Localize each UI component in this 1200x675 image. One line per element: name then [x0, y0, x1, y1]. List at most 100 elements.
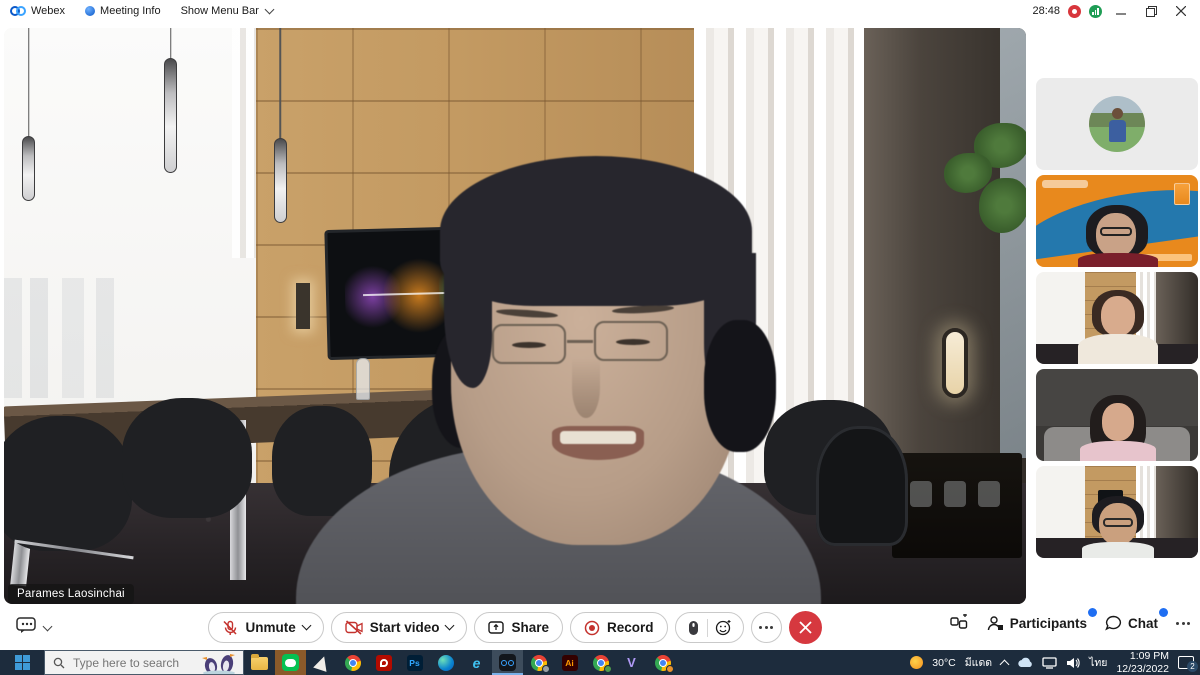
tray-time: 1:09 PM: [1116, 650, 1169, 662]
acrobat-icon: [376, 655, 392, 671]
meeting-info-button[interactable]: Meeting Info: [75, 0, 171, 22]
chat-button[interactable]: Chat: [1105, 615, 1158, 631]
leave-meeting-button[interactable]: [789, 611, 822, 644]
close-button[interactable]: [1170, 2, 1192, 20]
participant-thumbnail-person: [1086, 496, 1150, 558]
notification-count-badge: 2: [1187, 661, 1198, 672]
webex-app-menu[interactable]: Webex: [0, 0, 75, 22]
layout-grid-icon: [950, 614, 969, 632]
chat-bubble-icon: [1105, 615, 1122, 631]
tray-input-language[interactable]: ไทย: [1089, 654, 1107, 671]
minimize-button[interactable]: [1110, 2, 1132, 20]
window-titlebar: Webex Meeting Info Show Menu Bar 28:48: [0, 0, 1200, 22]
onedrive-cloud-icon[interactable]: [1017, 657, 1033, 668]
main-video-stage[interactable]: Parames Laosinchai: [4, 28, 1026, 604]
taskbar-search-box[interactable]: [44, 650, 244, 675]
more-options-button[interactable]: [751, 612, 782, 643]
participant-thumbnail-person: [1088, 395, 1148, 461]
video-options-chevron-icon[interactable]: [445, 621, 455, 631]
participant-tile-office-1[interactable]: [1036, 272, 1198, 364]
taskbar-app-vivaldi[interactable]: V: [616, 650, 647, 675]
chrome-profile-badge: [604, 665, 612, 673]
taskbar-app-chrome-profile-3[interactable]: [647, 650, 678, 675]
taskbar-app-edge[interactable]: [430, 650, 461, 675]
taskbar-app-file-explorer[interactable]: [244, 650, 275, 675]
search-highlight-penguins-image[interactable]: [197, 650, 241, 674]
tray-overflow-chevron-icon[interactable]: [1000, 659, 1010, 669]
chrome-icon: [345, 655, 361, 671]
taskbar-app-chrome-profile-1[interactable]: [523, 650, 554, 675]
share-screen-icon: [488, 620, 504, 635]
nose: [572, 358, 600, 418]
taskbar-app-internet-explorer[interactable]: e: [461, 650, 492, 675]
ellipsis-icon: [1176, 622, 1190, 625]
tray-weather-condition[interactable]: มีแดด: [965, 654, 992, 671]
participants-button[interactable]: Participants: [987, 615, 1087, 632]
share-label: Share: [511, 620, 549, 635]
tray-temperature[interactable]: 30°C: [932, 657, 955, 669]
chevron-down-icon: [264, 5, 274, 15]
raise-hand-reactions-group[interactable]: [675, 612, 744, 643]
participants-notification-dot: [1088, 608, 1097, 617]
taskbar-app-illustrator[interactable]: Ai: [554, 650, 585, 675]
unmute-label: Unmute: [245, 620, 295, 635]
glasses-bridge: [567, 340, 593, 343]
chrome-profile-badge: [666, 665, 674, 673]
share-button[interactable]: Share: [474, 612, 563, 643]
network-display-icon[interactable]: [1042, 657, 1057, 669]
raise-hand-icon: [687, 620, 700, 636]
participants-filmstrip: [1034, 28, 1200, 604]
taskbar-app-chrome-profile-2[interactable]: [585, 650, 616, 675]
unmute-button[interactable]: Unmute: [208, 612, 323, 643]
meeting-info-icon: [85, 6, 95, 16]
edge-icon: [438, 655, 454, 671]
taskbar-app-acrobat[interactable]: [368, 650, 399, 675]
origami-bird-icon: [313, 654, 331, 672]
participant-tile-audio-only[interactable]: [1036, 78, 1198, 170]
participant-name-label: Parames Laosinchai: [8, 584, 134, 604]
webex-taskbar-icon: [499, 654, 516, 671]
start-button[interactable]: [0, 650, 44, 675]
participant-thumbnail-person: [1084, 205, 1154, 267]
participant-tile-office-2[interactable]: [1036, 466, 1198, 558]
connection-quality-icon[interactable]: [1089, 5, 1102, 18]
org-logo: [1042, 180, 1088, 188]
file-explorer-icon: [251, 657, 268, 670]
show-menu-bar-label: Show Menu Bar: [181, 5, 259, 17]
layout-button[interactable]: [950, 614, 969, 632]
taskbar-app-line[interactable]: [275, 650, 306, 675]
webex-logo-icon: [10, 6, 26, 17]
photoshop-icon: Ps: [407, 655, 423, 671]
search-icon: [53, 657, 65, 669]
taskbar-app-origami-bird[interactable]: [306, 650, 337, 675]
taskbar-app-chrome[interactable]: [337, 650, 368, 675]
start-video-button[interactable]: Start video: [331, 612, 468, 643]
record-button[interactable]: Record: [570, 612, 668, 643]
participants-label: Participants: [1010, 616, 1087, 631]
restore-button[interactable]: [1140, 2, 1162, 20]
illustrator-icon: Ai: [562, 655, 578, 671]
tray-clock[interactable]: 1:09 PM 12/23/2022: [1116, 650, 1169, 674]
show-menu-bar-button[interactable]: Show Menu Bar: [171, 0, 283, 22]
chat-notification-dot: [1159, 608, 1168, 617]
audio-options-chevron-icon[interactable]: [301, 621, 311, 631]
eye: [512, 342, 546, 348]
more-panels-button[interactable]: [1176, 622, 1190, 625]
participant-tile-plain-room[interactable]: [1036, 369, 1198, 461]
speaker-icon[interactable]: [1066, 657, 1080, 669]
windows-logo-icon: [15, 655, 30, 670]
eye: [616, 339, 650, 345]
search-input[interactable]: [73, 656, 183, 670]
taskbar-app-webex[interactable]: [492, 650, 523, 675]
close-x-icon: [799, 621, 812, 634]
app-title: Webex: [31, 5, 65, 17]
windows-taskbar: Ps e Ai V 30°C มีแดด ไทย 1:09 PM 12/23/2…: [0, 650, 1200, 675]
weather-sun-icon[interactable]: [910, 656, 923, 669]
line-app-icon: [282, 654, 299, 671]
reactions-smiley-icon: [715, 619, 732, 636]
start-video-label: Start video: [370, 620, 440, 635]
taskbar-app-photoshop[interactable]: Ps: [399, 650, 430, 675]
action-center-icon[interactable]: 2: [1178, 656, 1194, 669]
participant-tile-branded[interactable]: [1036, 175, 1198, 267]
meeting-info-label: Meeting Info: [100, 5, 161, 17]
